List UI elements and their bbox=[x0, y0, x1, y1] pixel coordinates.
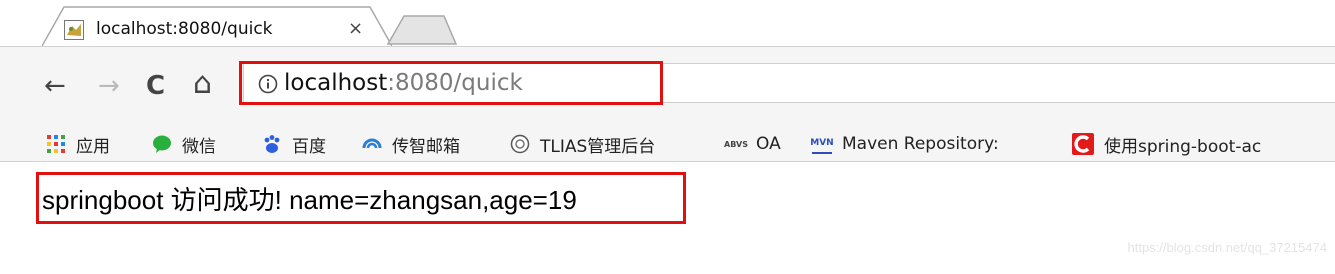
mvn-icon: MVN bbox=[810, 134, 834, 154]
bookmark-label: 百度 bbox=[292, 136, 326, 157]
bookmark-wechat[interactable]: 微信 bbox=[152, 131, 216, 157]
apps-grid-icon bbox=[47, 135, 65, 153]
close-tab-icon[interactable]: × bbox=[348, 18, 363, 39]
bookmark-label: 传智邮箱 bbox=[392, 136, 460, 157]
browser-toolbar: ← → C ⌂ localhost:8080/quick bbox=[0, 46, 1335, 126]
tab-title: localhost:8080/quick bbox=[96, 19, 273, 39]
bookmark-tlias[interactable]: TLIAS管理后台 bbox=[510, 131, 655, 157]
wechat-icon bbox=[153, 135, 171, 153]
bookmark-maven[interactable]: MVN Maven Repository: bbox=[810, 131, 999, 157]
bookmark-label: Maven Repository: bbox=[842, 134, 999, 154]
bookmark-label: 微信 bbox=[182, 136, 216, 157]
forward-arrow-icon[interactable]: → bbox=[98, 73, 120, 99]
oa-icon: ABVS bbox=[724, 139, 748, 149]
mail-cloud-icon bbox=[362, 138, 382, 149]
bookmark-mail[interactable]: 传智邮箱 bbox=[362, 131, 460, 157]
bookmark-label: TLIAS管理后台 bbox=[540, 136, 656, 157]
csdn-c-icon bbox=[1072, 133, 1094, 155]
tab-strip: localhost:8080/quick × bbox=[0, 0, 1335, 46]
bookmark-apps[interactable]: 应用 bbox=[46, 131, 110, 157]
bookmark-label: 应用 bbox=[76, 136, 110, 157]
bookmark-label: OA bbox=[756, 134, 781, 154]
new-tab-button[interactable] bbox=[386, 14, 458, 46]
tomcat-icon bbox=[64, 20, 84, 40]
bookmark-label: 使用spring-boot-ac bbox=[1104, 136, 1262, 157]
baidu-icon bbox=[264, 135, 280, 153]
response-highlight-box bbox=[36, 172, 686, 224]
back-arrow-icon[interactable]: ← bbox=[44, 73, 66, 99]
reload-icon[interactable]: C bbox=[146, 73, 165, 99]
browser-tab[interactable]: localhost:8080/quick × bbox=[42, 6, 392, 46]
bookmarks-bar: 应用 微信 百度 传智邮箱 TLIAS管理后台 ABVS OA MVN Mave… bbox=[0, 126, 1335, 162]
bookmark-csdn[interactable]: 使用spring-boot-ac bbox=[1072, 131, 1261, 157]
url-highlight-box bbox=[239, 61, 663, 105]
bookmark-oa[interactable]: ABVS OA bbox=[724, 131, 781, 157]
circle-logo-icon bbox=[510, 134, 530, 154]
watermark: https://blog.csdn.net/qq_37215474 bbox=[1127, 240, 1328, 255]
home-icon[interactable]: ⌂ bbox=[193, 69, 212, 99]
bookmark-baidu[interactable]: 百度 bbox=[262, 131, 326, 157]
